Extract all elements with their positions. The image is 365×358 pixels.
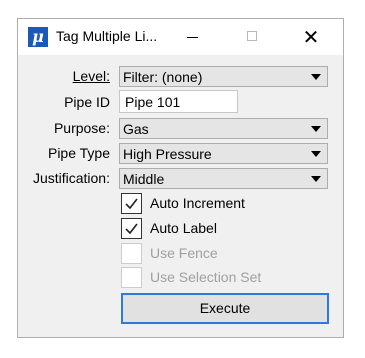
auto-label-label: Auto Label [150,220,217,236]
level-label: Level: [72,68,110,84]
level-value: Filter: (none) [123,69,203,85]
dropdown-arrow-icon [311,74,321,80]
level-dropdown[interactable]: Filter: (none) [119,66,328,87]
auto-increment-checkbox[interactable] [121,193,142,214]
checkmark-icon [125,223,138,235]
title-bar[interactable]: μ Tag Multiple Li... ✕ [18,19,343,55]
purpose-value: Gas [123,121,149,137]
justification-dropdown[interactable]: Middle [119,168,328,189]
tag-multiple-lines-dialog: μ Tag Multiple Li... ✕ Level: Filter: (n… [17,18,344,338]
minimize-button[interactable] [170,19,216,55]
dropdown-arrow-icon [311,151,321,157]
close-button[interactable]: ✕ [288,19,334,55]
use-fence-label: Use Fence [150,245,218,261]
pipe-id-label: Pipe ID [64,94,110,110]
auto-label-checkbox[interactable] [121,218,142,239]
use-selection-set-checkbox [121,267,142,288]
pipe-id-input[interactable]: Pipe 101 [119,90,238,113]
purpose-label: Purpose: [53,120,110,136]
auto-increment-label: Auto Increment [150,195,245,211]
window-title: Tag Multiple Li... [56,28,158,44]
dropdown-arrow-icon [311,176,321,182]
justification-label: Justification: [32,170,110,186]
dropdown-arrow-icon [311,126,321,132]
pipe-id-value: Pipe 101 [125,94,181,110]
pipe-type-value: High Pressure [123,146,212,162]
pipe-type-dropdown[interactable]: High Pressure [119,143,328,164]
justification-value: Middle [123,171,165,187]
pipe-type-label: Pipe Type [47,145,110,161]
purpose-dropdown[interactable]: Gas [119,118,328,139]
execute-button[interactable]: Execute [121,293,329,324]
microstation-app-icon: μ [28,27,48,47]
checkmark-icon [125,198,138,210]
use-selection-set-label: Use Selection Set [150,269,262,285]
use-fence-checkbox [121,243,142,264]
maximize-button [230,19,276,55]
